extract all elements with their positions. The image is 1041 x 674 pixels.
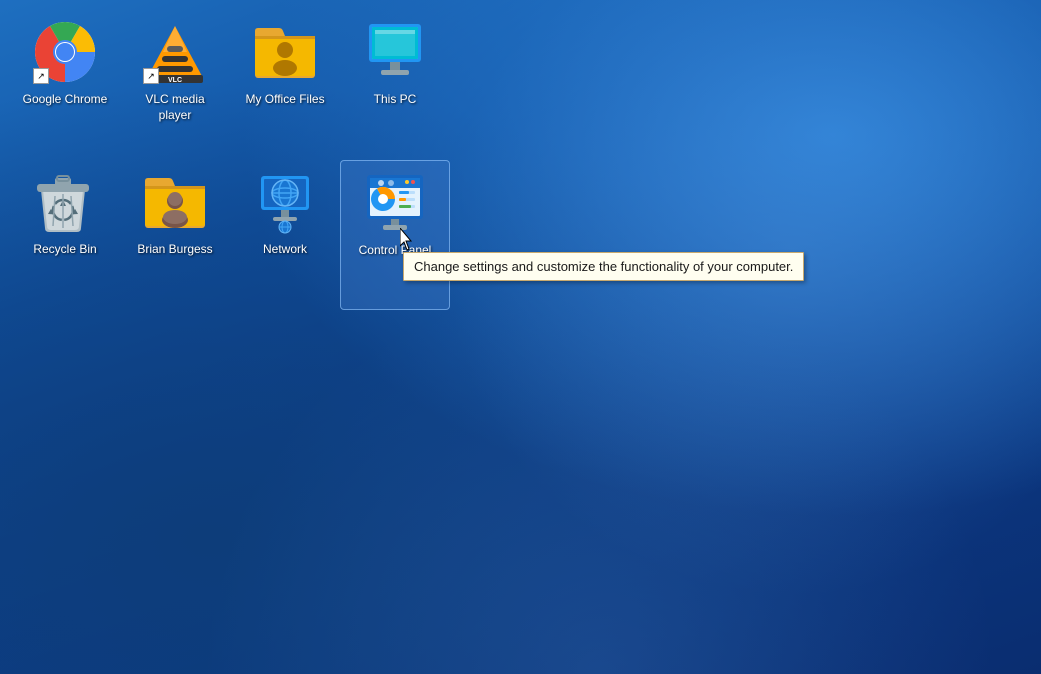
vlc-icon-image: VLC ↗ <box>143 20 207 84</box>
recycle-bin-icon-image <box>33 170 97 234</box>
icon-my-office-files[interactable]: My Office Files <box>230 10 340 160</box>
icon-control-panel[interactable]: Control Panel <box>340 160 450 310</box>
vlc-label: VLC media player <box>128 92 223 123</box>
icon-vlc[interactable]: VLC ↗ VLC media player <box>120 10 230 160</box>
brian-burgess-icon-image <box>143 170 207 234</box>
recycle-bin-label: Recycle Bin <box>33 242 96 258</box>
brian-burgess-label: Brian Burgess <box>137 242 212 258</box>
shortcut-arrow-vlc: ↗ <box>143 68 159 84</box>
tooltip-text: Change settings and customize the functi… <box>414 259 793 274</box>
icon-brian-burgess[interactable]: Brian Burgess <box>120 160 230 310</box>
chrome-icon-image: ↗ <box>33 20 97 84</box>
this-pc-icon-image <box>363 20 427 84</box>
chrome-label: Google Chrome <box>23 92 108 108</box>
office-files-icon-image <box>253 20 317 84</box>
icon-this-pc[interactable]: This PC <box>340 10 450 160</box>
this-pc-label: This PC <box>374 92 417 108</box>
desktop: ↗ Google Chrome <box>0 0 1041 674</box>
svg-text:VLC: VLC <box>168 77 182 84</box>
icon-recycle-bin[interactable]: Recycle Bin <box>10 160 120 310</box>
network-label: Network <box>263 242 307 258</box>
office-files-label: My Office Files <box>245 92 324 108</box>
control-panel-tooltip: Change settings and customize the functi… <box>403 252 804 281</box>
desktop-icons-grid: ↗ Google Chrome <box>10 10 450 310</box>
icon-network[interactable]: Network <box>230 160 340 310</box>
shortcut-arrow-chrome: ↗ <box>33 68 49 84</box>
network-icon-image <box>253 170 317 234</box>
icon-google-chrome[interactable]: ↗ Google Chrome <box>10 10 120 160</box>
control-panel-icon-image <box>363 171 427 235</box>
